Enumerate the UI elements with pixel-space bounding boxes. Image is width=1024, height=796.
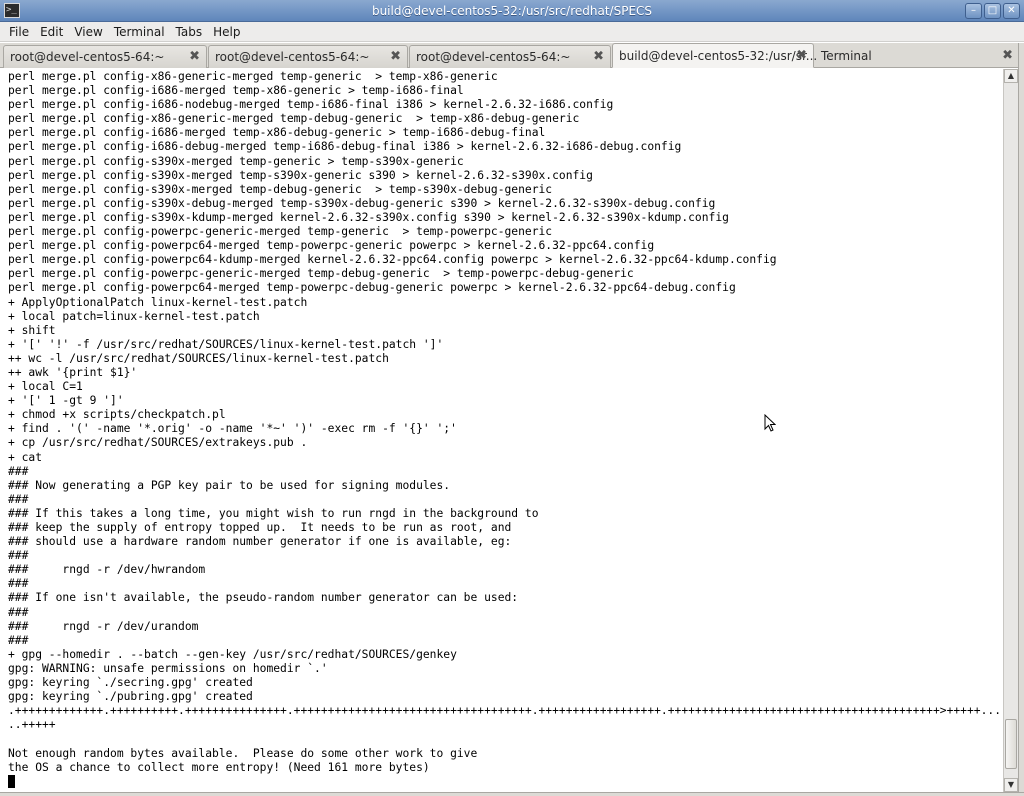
text-cursor	[8, 774, 15, 788]
window-frame-right	[1018, 43, 1024, 796]
menu-tabs[interactable]: Tabs	[171, 25, 209, 39]
terminal-line: perl merge.pl config-powerpc-generic-mer…	[8, 267, 634, 281]
terminal-line: perl merge.pl config-i686-merged temp-x8…	[8, 126, 546, 140]
mouse-pointer-icon	[764, 414, 776, 432]
terminal-line: ###	[8, 633, 29, 647]
terminal-output[interactable]: perl merge.pl config-x86-generic-merged …	[2, 69, 1002, 792]
terminal-line: .+++++++++++++.++++++++++.++++++++++++++…	[8, 704, 1001, 718]
tab-label: root@devel-centos5-64:~	[416, 50, 571, 64]
terminal-line: + local patch=linux-kernel-test.patch	[8, 309, 260, 323]
terminal-line: ###	[8, 464, 29, 478]
tab-5[interactable]: Terminal ✖	[815, 45, 1019, 68]
scroll-thumb[interactable]	[1005, 719, 1017, 769]
terminal-line: gpg: WARNING: unsafe permissions on home…	[8, 661, 328, 675]
terminal-line: ### should use a hardware random number …	[8, 535, 512, 549]
menu-edit[interactable]: Edit	[35, 25, 69, 39]
terminal-line: + chmod +x scripts/checkpatch.pl	[8, 408, 226, 422]
menu-file[interactable]: File	[4, 25, 35, 39]
terminal-line: perl merge.pl config-x86-generic-merged …	[8, 70, 498, 83]
terminal-line: perl merge.pl config-s390x-merged temp-d…	[8, 182, 553, 196]
window-titlebar[interactable]: >_ build@devel-centos5-32:/usr/src/redha…	[0, 0, 1024, 22]
minimize-icon[interactable]: –	[965, 3, 982, 19]
tab-label: build@devel-centos5-32:/usr/sr...	[619, 49, 818, 63]
terminal-line: + cat	[8, 450, 43, 464]
terminal-line: ### keep the supply of entropy topped up…	[8, 521, 512, 534]
tab-label: root@devel-centos5-64:~	[10, 50, 165, 64]
terminal-line: perl merge.pl config-powerpc-generic-mer…	[8, 225, 553, 239]
tab-2[interactable]: root@devel-centos5-64:~ ✖	[208, 45, 408, 68]
terminal-line: perl merge.pl config-powerpc64-kdump-mer…	[8, 253, 777, 267]
terminal-line: + ApplyOptionalPatch linux-kernel-test.p…	[8, 295, 308, 309]
terminal-line: + shift	[8, 323, 56, 337]
terminal-line: perl merge.pl config-i686-debug-merged t…	[8, 140, 682, 154]
menu-terminal[interactable]: Terminal	[109, 25, 171, 39]
terminal-line: + gpg --homedir . --batch --gen-key /usr…	[8, 647, 457, 661]
tab-label: root@devel-centos5-64:~	[215, 50, 370, 64]
terminal-line: perl merge.pl config-s390x-kdump-merged …	[8, 210, 729, 224]
tab-1[interactable]: root@devel-centos5-64:~ ✖	[3, 45, 207, 68]
terminal-line: ++ awk '{print $1}'	[8, 365, 138, 379]
tab-label: Terminal	[821, 49, 872, 63]
terminal-line: ###	[8, 605, 29, 619]
tab-4-active[interactable]: build@devel-centos5-32:/usr/sr... ✖	[612, 43, 818, 68]
terminal-line: perl merge.pl config-powerpc64-merged te…	[8, 239, 655, 253]
terminal-line: ###	[8, 577, 29, 591]
close-tab-icon[interactable]: ✖	[189, 49, 200, 64]
terminal-line: the OS a chance to collect more entropy!…	[8, 760, 430, 774]
tab-3[interactable]: root@devel-centos5-64:~ ✖	[409, 45, 611, 68]
terminal-line: perl merge.pl config-s390x-merged temp-g…	[8, 154, 464, 168]
window-controls: – □ ✕	[965, 3, 1020, 19]
terminal-line: + find . '(' -name '*.orig' -o -name '*~…	[8, 422, 457, 436]
terminal-line: perl merge.pl config-powerpc64-merged te…	[8, 281, 736, 295]
terminal-line: ### rngd -r /dev/urandom	[8, 619, 199, 633]
window-frame-bottom	[0, 792, 1024, 796]
terminal-line: ### If this takes a long time, you might…	[8, 506, 539, 520]
terminal-line: perl merge.pl config-i686-merged temp-x8…	[8, 84, 464, 98]
menu-view[interactable]: View	[69, 25, 108, 39]
menubar: File Edit View Terminal Tabs Help	[0, 22, 1024, 42]
close-icon[interactable]: ✕	[1003, 3, 1020, 19]
terminal-line: ### If one isn't available, the pseudo-r…	[8, 591, 519, 605]
terminal-line: + cp /usr/src/redhat/SOURCES/extrakeys.p…	[8, 436, 308, 450]
terminal-line: perl merge.pl config-i686-nodebug-merged…	[8, 98, 614, 112]
scrollbar[interactable]: ▲ ▼	[1003, 69, 1018, 792]
prompt-line[interactable]	[8, 774, 1002, 789]
close-tab-icon[interactable]: ✖	[1002, 48, 1013, 63]
terminal-line: + '[' '!' -f /usr/src/redhat/SOURCES/lin…	[8, 337, 444, 351]
window-title: build@devel-centos5-32:/usr/src/redhat/S…	[371, 4, 653, 18]
terminal-line: perl merge.pl config-x86-generic-merged …	[8, 112, 580, 126]
close-tab-icon[interactable]: ✖	[593, 49, 604, 64]
terminal-line: Not enough random bytes available. Pleas…	[8, 746, 478, 760]
maximize-icon[interactable]: □	[984, 3, 1001, 19]
terminal-line: perl merge.pl config-s390x-debug-merged …	[8, 196, 716, 210]
close-tab-icon[interactable]: ✖	[796, 48, 807, 63]
terminal-line: ###	[8, 492, 29, 506]
terminal-line: ..+++++	[8, 718, 56, 732]
terminal-line: ###	[8, 549, 29, 563]
terminal-line: ++ wc -l /usr/src/redhat/SOURCES/linux-k…	[8, 351, 389, 365]
menu-help[interactable]: Help	[208, 25, 246, 39]
terminal-line: ### rngd -r /dev/hwrandom	[8, 563, 206, 577]
terminal-line: + local C=1	[8, 380, 83, 394]
tab-bar: root@devel-centos5-64:~ ✖ root@devel-cen…	[0, 43, 1024, 68]
close-tab-icon[interactable]: ✖	[390, 49, 401, 64]
terminal-line: gpg: keyring `./secring.gpg' created	[8, 676, 253, 690]
terminal-line: perl merge.pl config-s390x-merged temp-s…	[8, 168, 593, 182]
terminal-line: gpg: keyring `./pubring.gpg' created	[8, 690, 253, 704]
terminal-line: + '[' 1 -gt 9 ']'	[8, 394, 124, 408]
terminal-line: ### Now generating a PGP key pair to be …	[8, 478, 451, 492]
scroll-up-icon[interactable]: ▲	[1004, 69, 1018, 83]
scroll-down-icon[interactable]: ▼	[1004, 778, 1018, 792]
